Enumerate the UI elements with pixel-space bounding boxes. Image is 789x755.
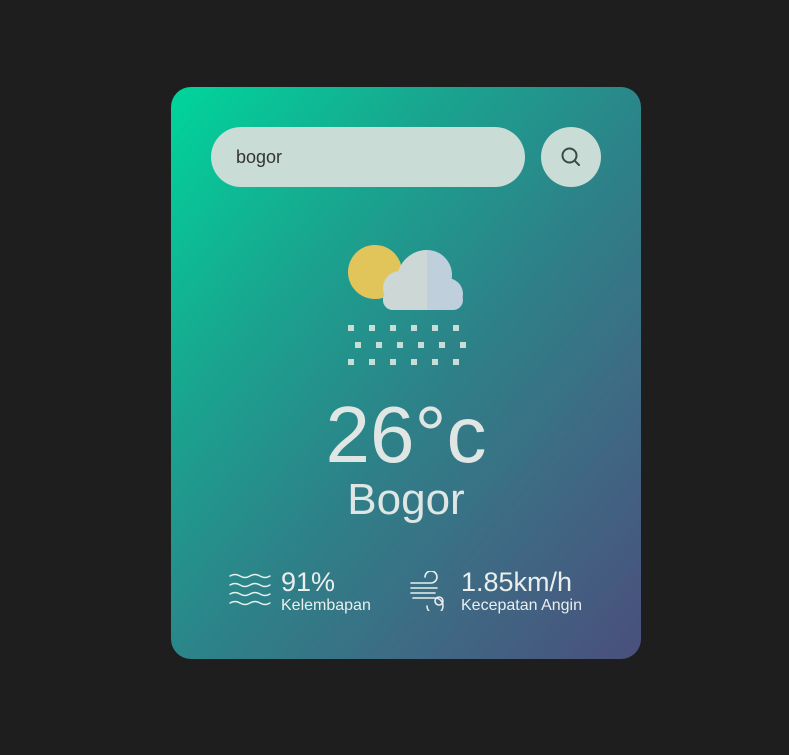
search-input[interactable] (211, 127, 525, 187)
temperature: 26°c (325, 390, 487, 479)
wind-label: Kecepatan Angin (461, 597, 582, 614)
wind-detail: 1.85km/h Kecepatan Angin (409, 567, 582, 615)
humidity-text: 91% Kelembapan (281, 567, 371, 615)
search-button[interactable] (541, 127, 601, 187)
humidity-label: Kelembapan (281, 597, 371, 614)
humidity-waves-icon (229, 571, 271, 611)
humidity-detail: 91% Kelembapan (229, 567, 371, 615)
wind-icon (409, 571, 451, 611)
wind-value: 1.85km/h (461, 567, 573, 597)
snow-cloud-sun-icon (341, 242, 471, 367)
wind-text: 1.85km/h Kecepatan Angin (461, 567, 582, 615)
city-name: Bogor (347, 475, 465, 524)
weather-card: 26°c Bogor 91% Kelembapan (171, 87, 641, 659)
humidity-value: 91% (281, 567, 336, 597)
search-icon (559, 145, 583, 169)
